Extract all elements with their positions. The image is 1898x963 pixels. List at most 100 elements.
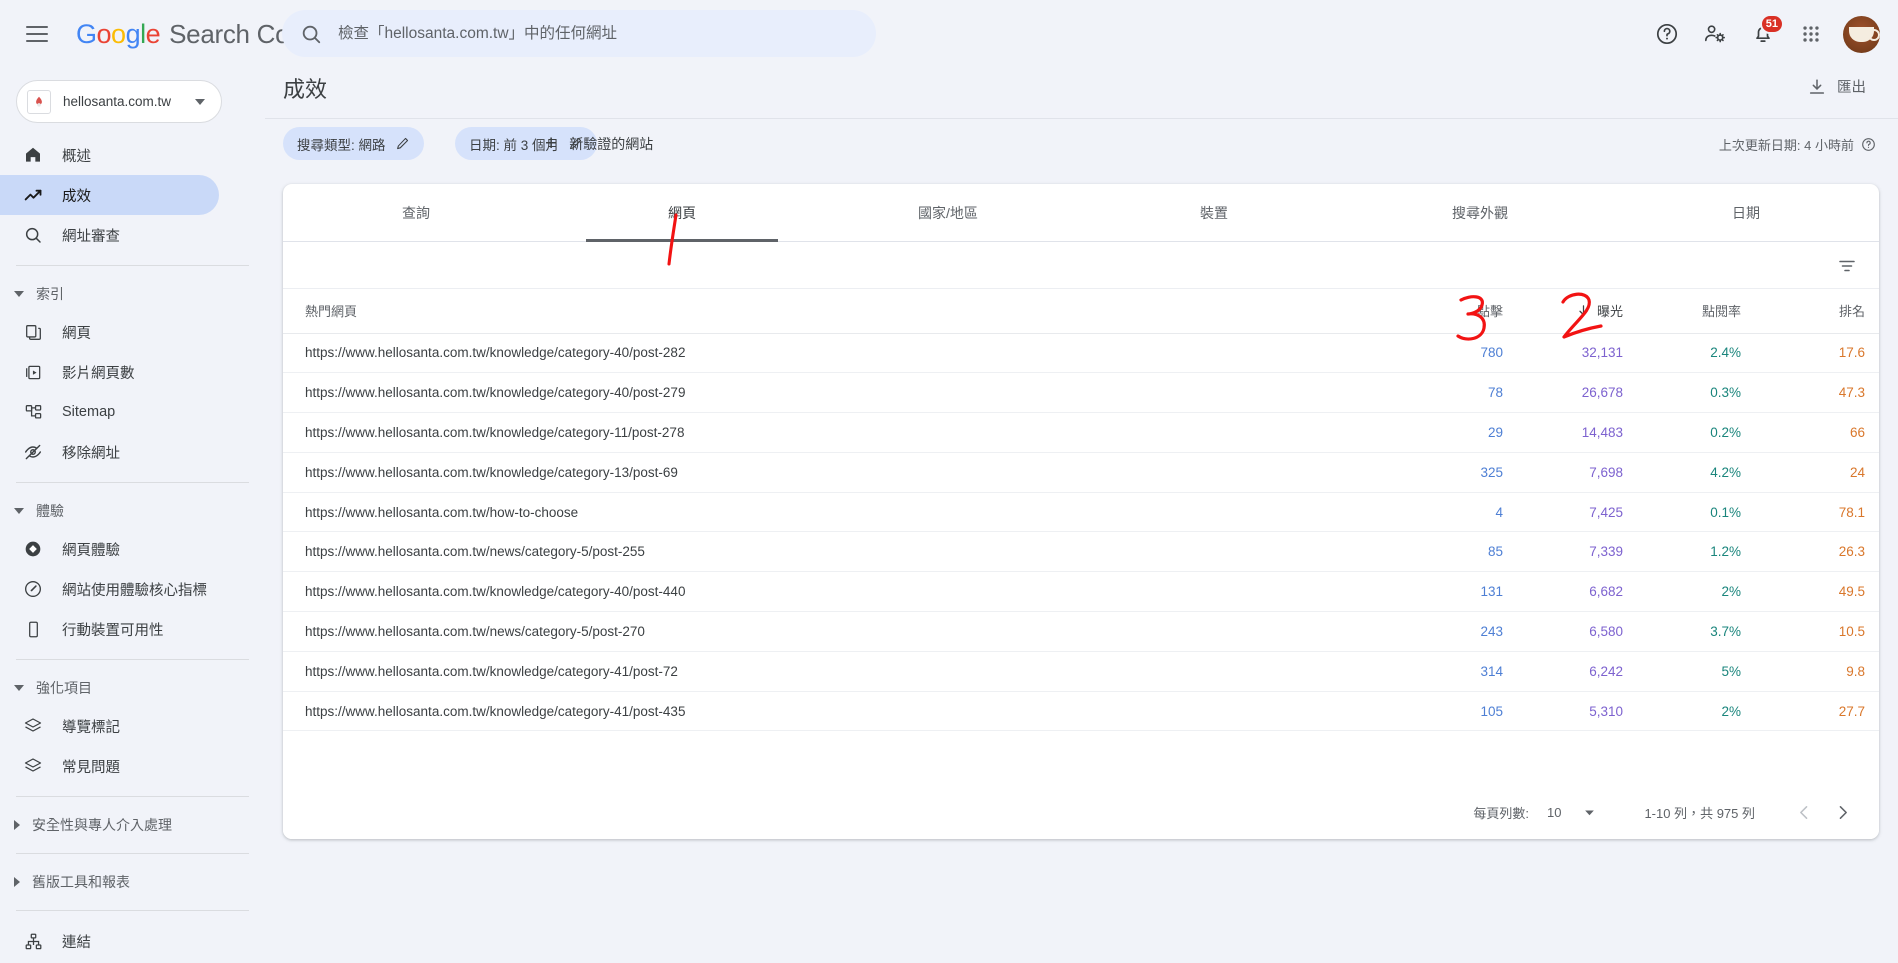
table-row[interactable]: https://www.hellosanta.com.tw/news/categ…	[283, 531, 1879, 573]
sidebar-item-page-experience[interactable]: 網頁體驗	[0, 529, 219, 569]
cell-impressions: 6,682	[1517, 571, 1637, 613]
sidebar-item-core-web-vitals[interactable]: 網站使用體驗核心指標	[0, 569, 219, 609]
column-header-clicks[interactable]: 點擊	[1405, 289, 1517, 334]
tab-label: 搜尋外觀	[1452, 204, 1508, 221]
sidebar-item-video-pages[interactable]: 影片網頁數	[0, 352, 219, 392]
url-inspection-search[interactable]	[282, 10, 876, 57]
sidebar-group-label: 強化項目	[36, 680, 92, 696]
last-updated: 上次更新日期: 4 小時前	[1719, 135, 1876, 154]
row-url-link[interactable]: https://www.hellosanta.com.tw/knowledge/…	[305, 465, 678, 480]
column-header-ctr[interactable]: 點閱率	[1637, 289, 1755, 334]
sidebar-group-security-manual-actions[interactable]: 安全性與專人介入處理	[0, 807, 265, 843]
apps-button[interactable]	[1789, 12, 1833, 56]
hamburger-menu-icon[interactable]	[26, 20, 54, 48]
row-url-link[interactable]: https://www.hellosanta.com.tw/news/categ…	[305, 544, 645, 559]
tab-pages[interactable]: 網頁	[549, 184, 815, 241]
sidebar-item-removals[interactable]: 移除網址	[0, 432, 219, 472]
tab-queries[interactable]: 查詢	[283, 184, 549, 241]
row-url-link[interactable]: https://www.hellosanta.com.tw/knowledge/…	[305, 584, 685, 599]
sidebar-group-label: 體驗	[36, 503, 64, 519]
table-row[interactable]: https://www.hellosanta.com.tw/knowledge/…	[283, 333, 1879, 374]
tab-countries[interactable]: 國家/地區	[815, 184, 1081, 241]
cell-ctr: 1.2%	[1637, 531, 1755, 573]
sidebar-item-links[interactable]: 連結	[0, 921, 219, 961]
row-url-link[interactable]: https://www.hellosanta.com.tw/knowledge/…	[305, 425, 684, 440]
help-circle-icon[interactable]	[1861, 137, 1876, 152]
faq-icon	[22, 755, 44, 777]
column-label: 排名	[1838, 304, 1865, 320]
property-selector[interactable]: hellosanta.com.tw	[16, 80, 222, 123]
table-row[interactable]: https://www.hellosanta.com.tw/knowledge/…	[283, 452, 1879, 493]
cell-impressions: 7,425	[1517, 492, 1637, 533]
cell-url[interactable]: https://www.hellosanta.com.tw/knowledge/…	[283, 651, 1405, 692]
cell-url[interactable]: https://www.hellosanta.com.tw/knowledge/…	[283, 571, 1405, 613]
table-row[interactable]: https://www.hellosanta.com.tw/knowledge/…	[283, 571, 1879, 613]
sidebar-item-pages[interactable]: 網頁	[0, 312, 219, 352]
table-row[interactable]: https://www.hellosanta.com.tw/knowledge/…	[283, 651, 1879, 692]
rows-per-page-select[interactable]: 10	[1547, 805, 1596, 820]
cell-clicks: 78	[1405, 372, 1517, 414]
row-url-link[interactable]: https://www.hellosanta.com.tw/knowledge/…	[305, 385, 685, 400]
sidebar-item-sitemap[interactable]: Sitemap	[0, 392, 219, 432]
tab-label: 網頁	[668, 204, 696, 221]
tab-dates[interactable]: 日期	[1613, 184, 1879, 241]
sidebar-item-overview[interactable]: 概述	[0, 135, 219, 175]
filter-list-button[interactable]	[1831, 250, 1863, 282]
table-row[interactable]: https://www.hellosanta.com.tw/how-to-cho…	[283, 492, 1879, 533]
cell-url[interactable]: https://www.hellosanta.com.tw/knowledge/…	[283, 412, 1405, 453]
table-row[interactable]: https://www.hellosanta.com.tw/knowledge/…	[283, 372, 1879, 414]
export-label: 匯出	[1837, 80, 1866, 96]
cell-position: 17.6	[1755, 333, 1879, 374]
sidebar-item-breadcrumbs[interactable]: 導覽標記	[0, 706, 219, 746]
cell-url[interactable]: https://www.hellosanta.com.tw/knowledge/…	[283, 372, 1405, 414]
table-row[interactable]: https://www.hellosanta.com.tw/news/categ…	[283, 611, 1879, 652]
cell-url[interactable]: https://www.hellosanta.com.tw/how-to-cho…	[283, 492, 1405, 533]
table-header-row: 熱門網頁 點擊 曝光 點閱率 排名	[283, 289, 1879, 334]
sidebar-item-faq[interactable]: 常見問題	[0, 746, 219, 786]
sidebar-item-url-inspection[interactable]: 網址審查	[0, 215, 219, 255]
tab-search-appearance[interactable]: 搜尋外觀	[1347, 184, 1613, 241]
row-url-link[interactable]: https://www.hellosanta.com.tw/news/categ…	[305, 624, 645, 639]
sidebar-item-mobile-usability[interactable]: 行動裝置可用性	[0, 609, 219, 649]
avatar[interactable]	[1843, 15, 1880, 53]
column-header-top-pages[interactable]: 熱門網頁	[283, 289, 1405, 334]
cell-url[interactable]: https://www.hellosanta.com.tw/knowledge/…	[283, 691, 1405, 732]
help-button[interactable]	[1645, 12, 1689, 56]
column-header-impressions[interactable]: 曝光	[1517, 289, 1637, 334]
page-header: 成效 匯出	[265, 68, 1898, 119]
sidebar-group-index[interactable]: 索引	[0, 276, 265, 312]
export-button[interactable]: 匯出	[1799, 71, 1874, 102]
filter-chip-search-type[interactable]: 搜尋類型: 網路	[283, 127, 424, 160]
sidebar-item-performance[interactable]: 成效	[0, 175, 219, 215]
sidebar-group-experience[interactable]: 體驗	[0, 493, 265, 529]
row-url-link[interactable]: https://www.hellosanta.com.tw/knowledge/…	[305, 345, 685, 360]
sidebar-nav: 概述 成效 網址審查 索引 網頁 影片網頁數 Sitemap 移除網址 體驗 網…	[0, 135, 265, 963]
row-url-link[interactable]: https://www.hellosanta.com.tw/knowledge/…	[305, 664, 678, 679]
row-url-link[interactable]: https://www.hellosanta.com.tw/knowledge/…	[305, 704, 685, 719]
tab-devices[interactable]: 裝置	[1081, 184, 1347, 241]
sidebar-group-enhancements[interactable]: 強化項目	[0, 670, 265, 706]
search-input[interactable]	[338, 24, 858, 43]
chevron-down-icon	[1585, 810, 1595, 815]
account-settings-button[interactable]	[1693, 12, 1737, 56]
column-header-position[interactable]: 排名	[1755, 289, 1879, 334]
cell-url[interactable]: https://www.hellosanta.com.tw/news/categ…	[283, 531, 1405, 573]
next-page-button[interactable]	[1823, 793, 1861, 831]
cell-ctr: 0.2%	[1637, 412, 1755, 453]
cell-position: 27.7	[1755, 691, 1879, 732]
video-pages-icon	[22, 361, 44, 383]
notifications-button[interactable]: 51	[1741, 12, 1785, 56]
table-row[interactable]: https://www.hellosanta.com.tw/knowledge/…	[283, 691, 1879, 732]
sidebar-group-legacy-tools[interactable]: 舊版工具和報表	[0, 864, 265, 900]
new-filter-button[interactable]: + 新驗證的網站	[537, 127, 661, 160]
cell-url[interactable]: https://www.hellosanta.com.tw/knowledge/…	[283, 452, 1405, 493]
cell-url[interactable]: https://www.hellosanta.com.tw/news/categ…	[283, 611, 1405, 652]
row-url-link[interactable]: https://www.hellosanta.com.tw/how-to-cho…	[305, 505, 578, 520]
pencil-icon	[396, 137, 408, 150]
table-row[interactable]: https://www.hellosanta.com.tw/knowledge/…	[283, 412, 1879, 453]
sidebar-item-label: 導覽標記	[62, 719, 120, 736]
top-bar-actions: 51	[1645, 0, 1880, 68]
previous-page-button[interactable]	[1785, 793, 1823, 831]
home-icon	[22, 144, 44, 166]
cell-url[interactable]: https://www.hellosanta.com.tw/knowledge/…	[283, 333, 1405, 374]
